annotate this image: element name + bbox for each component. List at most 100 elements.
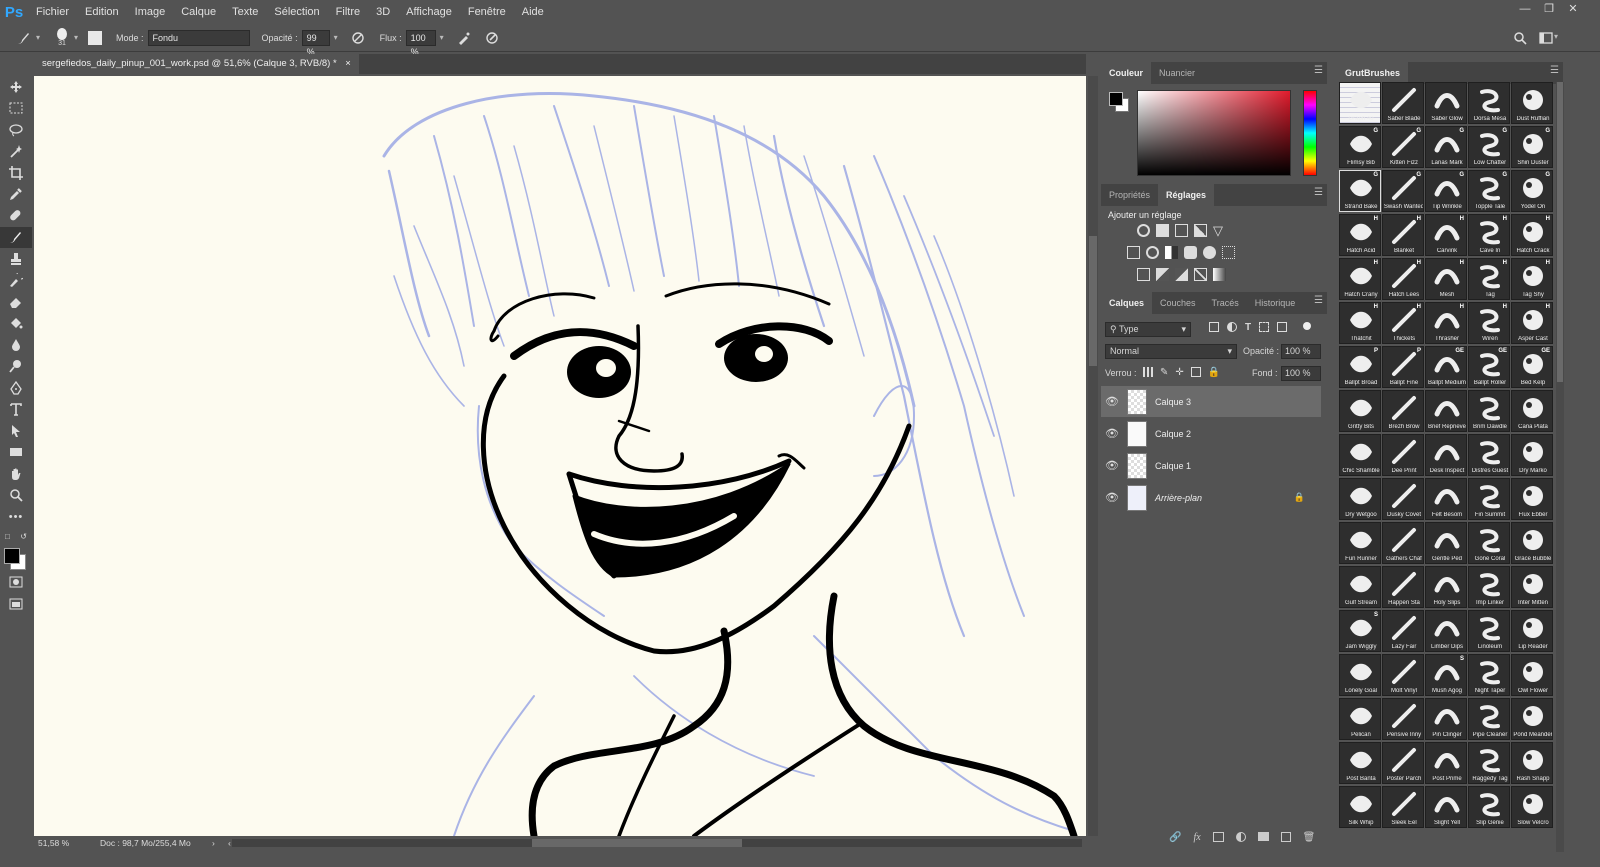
tab-nuancier[interactable]: Nuancier	[1151, 62, 1203, 84]
menu-edition[interactable]: Edition	[77, 0, 127, 24]
brush-tile[interactable]: G Low Chatter	[1468, 126, 1510, 168]
brush-tile[interactable]: Dorsa Mesa	[1468, 82, 1510, 124]
fx-icon[interactable]: fx	[1193, 832, 1200, 843]
chevron-down-icon[interactable]: ▾	[1554, 32, 1558, 41]
pen-tool[interactable]	[0, 377, 32, 399]
eraser-tool[interactable]	[0, 291, 32, 313]
brush-tile[interactable]: Distres Guest	[1468, 434, 1510, 476]
opacity-field[interactable]: 99 %	[301, 29, 330, 57]
brush-tile[interactable]: G Lanas Mark	[1425, 126, 1467, 168]
color-lookup-icon[interactable]	[1222, 246, 1235, 259]
brush-panel-toggle-icon[interactable]	[88, 30, 103, 45]
brush-tile[interactable]: Lonely Goal	[1339, 654, 1381, 696]
eye-icon[interactable]: 👁	[1101, 459, 1123, 472]
brush-tile[interactable]: Limber Dips	[1425, 610, 1467, 652]
chevron-down-icon[interactable]: ▾	[36, 33, 40, 42]
pixel-filter-icon[interactable]	[1209, 322, 1219, 332]
brush-tile[interactable]: Gathers Chaf	[1382, 522, 1424, 564]
brush-tile[interactable]: Desk Inspect	[1425, 434, 1467, 476]
stamp-tool[interactable]	[0, 248, 32, 270]
brush-tile[interactable]: P Ballpt Broad	[1339, 346, 1381, 388]
menu-selection[interactable]: Sélection	[266, 0, 327, 24]
layer-row-arriere-plan[interactable]: 👁 Arrière-plan 🔒	[1101, 482, 1321, 513]
brush-tile[interactable]: H Thickets	[1382, 302, 1424, 344]
menu-3d[interactable]: 3D	[368, 0, 398, 24]
selective-color-icon[interactable]	[1194, 268, 1207, 281]
brush-tile[interactable]: Flux Ebber	[1511, 478, 1553, 520]
default-colors-icon[interactable]: □	[5, 532, 10, 541]
type-filter-icon[interactable]: T	[1245, 322, 1251, 333]
brush-tile[interactable]: G Strand Bake	[1339, 170, 1381, 212]
marquee-tool[interactable]	[0, 98, 32, 120]
healing-brush-tool[interactable]	[0, 205, 32, 227]
brush-tile[interactable]: H Carvink	[1425, 214, 1467, 256]
brush-tile[interactable]: Dee Print	[1382, 434, 1424, 476]
brush-tile[interactable]: Saber Blade	[1382, 82, 1424, 124]
brush-tool-icon[interactable]	[14, 28, 34, 48]
brush-tile[interactable]: Lip Reader	[1511, 610, 1553, 652]
eye-icon[interactable]: 👁	[1101, 491, 1123, 504]
menu-aide[interactable]: Aide	[514, 0, 552, 24]
trash-icon[interactable]: 🗑	[1303, 832, 1316, 843]
brush-tile[interactable]: Owl Flower	[1511, 654, 1553, 696]
brush-tile[interactable]: G Kitten Fizz	[1382, 126, 1424, 168]
blend-mode-select[interactable]: Normal ▾	[1105, 344, 1237, 359]
brush-tile[interactable]: G Swash Wanted	[1382, 170, 1424, 212]
minimize-icon[interactable]: —	[1514, 0, 1536, 20]
workspace-icon[interactable]	[1536, 28, 1556, 48]
brush-tile[interactable]: Gulf Stream	[1339, 566, 1381, 608]
invert-icon[interactable]	[1137, 268, 1150, 281]
blur-tool[interactable]	[0, 334, 32, 356]
horizontal-scrollbar[interactable]	[232, 839, 1082, 847]
brush-tile[interactable]: Rash Snapp	[1511, 742, 1553, 784]
hand-tool[interactable]	[0, 463, 32, 485]
brush-tile[interactable]: Chic Shamble	[1339, 434, 1381, 476]
brush-tile[interactable]: Lazy Fair	[1382, 610, 1424, 652]
fill-field[interactable]: 100 %	[1281, 366, 1321, 381]
menu-image[interactable]: Image	[127, 0, 174, 24]
brush-tile[interactable]: Night Taper	[1468, 654, 1510, 696]
lock-all-icon[interactable]: 🔒	[1208, 367, 1220, 378]
brush-tile[interactable]: Molt Vinyl	[1382, 654, 1424, 696]
history-brush-tool[interactable]	[0, 270, 32, 292]
brush-preset-picker[interactable]: 31	[52, 26, 72, 50]
brush-tile[interactable]: Holy Slips	[1425, 566, 1467, 608]
pressure-size-icon[interactable]	[482, 28, 502, 48]
brush-tile[interactable]: Linoleum	[1468, 610, 1510, 652]
brushes-scrollbar[interactable]	[1556, 82, 1564, 852]
lock-transparency-icon[interactable]	[1143, 367, 1153, 377]
brush-tile[interactable]: H Thrasher	[1425, 302, 1467, 344]
layer-row-calque-3[interactable]: 👁 Calque 3	[1101, 386, 1321, 417]
brush-tile[interactable]: Pipe Cleaner	[1468, 698, 1510, 740]
tab-traces[interactable]: Tracés	[1204, 292, 1247, 314]
brush-tile[interactable]: H Tag	[1468, 258, 1510, 300]
brush-tile[interactable]: S Jam Wiggly	[1339, 610, 1381, 652]
dodge-tool[interactable]	[0, 356, 32, 378]
lock-pixels-icon[interactable]: ✎	[1160, 367, 1168, 378]
smart-object-filter-icon[interactable]	[1277, 322, 1288, 332]
document-canvas[interactable]	[34, 76, 1086, 836]
brush-tile[interactable]: H Tag Shy	[1511, 258, 1553, 300]
brush-tile[interactable]: Fin Summit	[1468, 478, 1510, 520]
airbrush-icon[interactable]	[454, 28, 474, 48]
new-layer-icon[interactable]	[1280, 832, 1291, 842]
brush-tile[interactable]: S Mush Agog	[1425, 654, 1467, 696]
brush-tile[interactable]: Post Prime	[1425, 742, 1467, 784]
more-tools[interactable]: •••	[0, 506, 32, 528]
mode-select[interactable]: Fondu	[147, 29, 250, 46]
brush-tile[interactable]: Slip Genie	[1468, 786, 1510, 828]
brush-tile[interactable]: Dry Wetgoo	[1339, 478, 1381, 520]
chevron-down-icon[interactable]: ▾	[334, 33, 338, 42]
menu-fenetre[interactable]: Fenêtre	[460, 0, 514, 24]
brush-tile[interactable]: Sleek Eel	[1382, 786, 1424, 828]
brush-tile[interactable]: Felt Besom	[1425, 478, 1467, 520]
gradient-map-icon[interactable]	[1213, 268, 1226, 281]
crop-tool[interactable]	[0, 162, 32, 184]
brush-tile[interactable]: Inter Mitten	[1511, 566, 1553, 608]
exposure-icon[interactable]	[1194, 224, 1207, 237]
photo-filter-icon[interactable]	[1184, 246, 1197, 259]
hue-saturation-icon[interactable]	[1127, 246, 1140, 259]
brush-tile[interactable]: Cana Plata	[1511, 390, 1553, 432]
brush-tile[interactable]: Gritty Bits	[1339, 390, 1381, 432]
brush-tile[interactable]: Brim Dawdle	[1468, 390, 1510, 432]
